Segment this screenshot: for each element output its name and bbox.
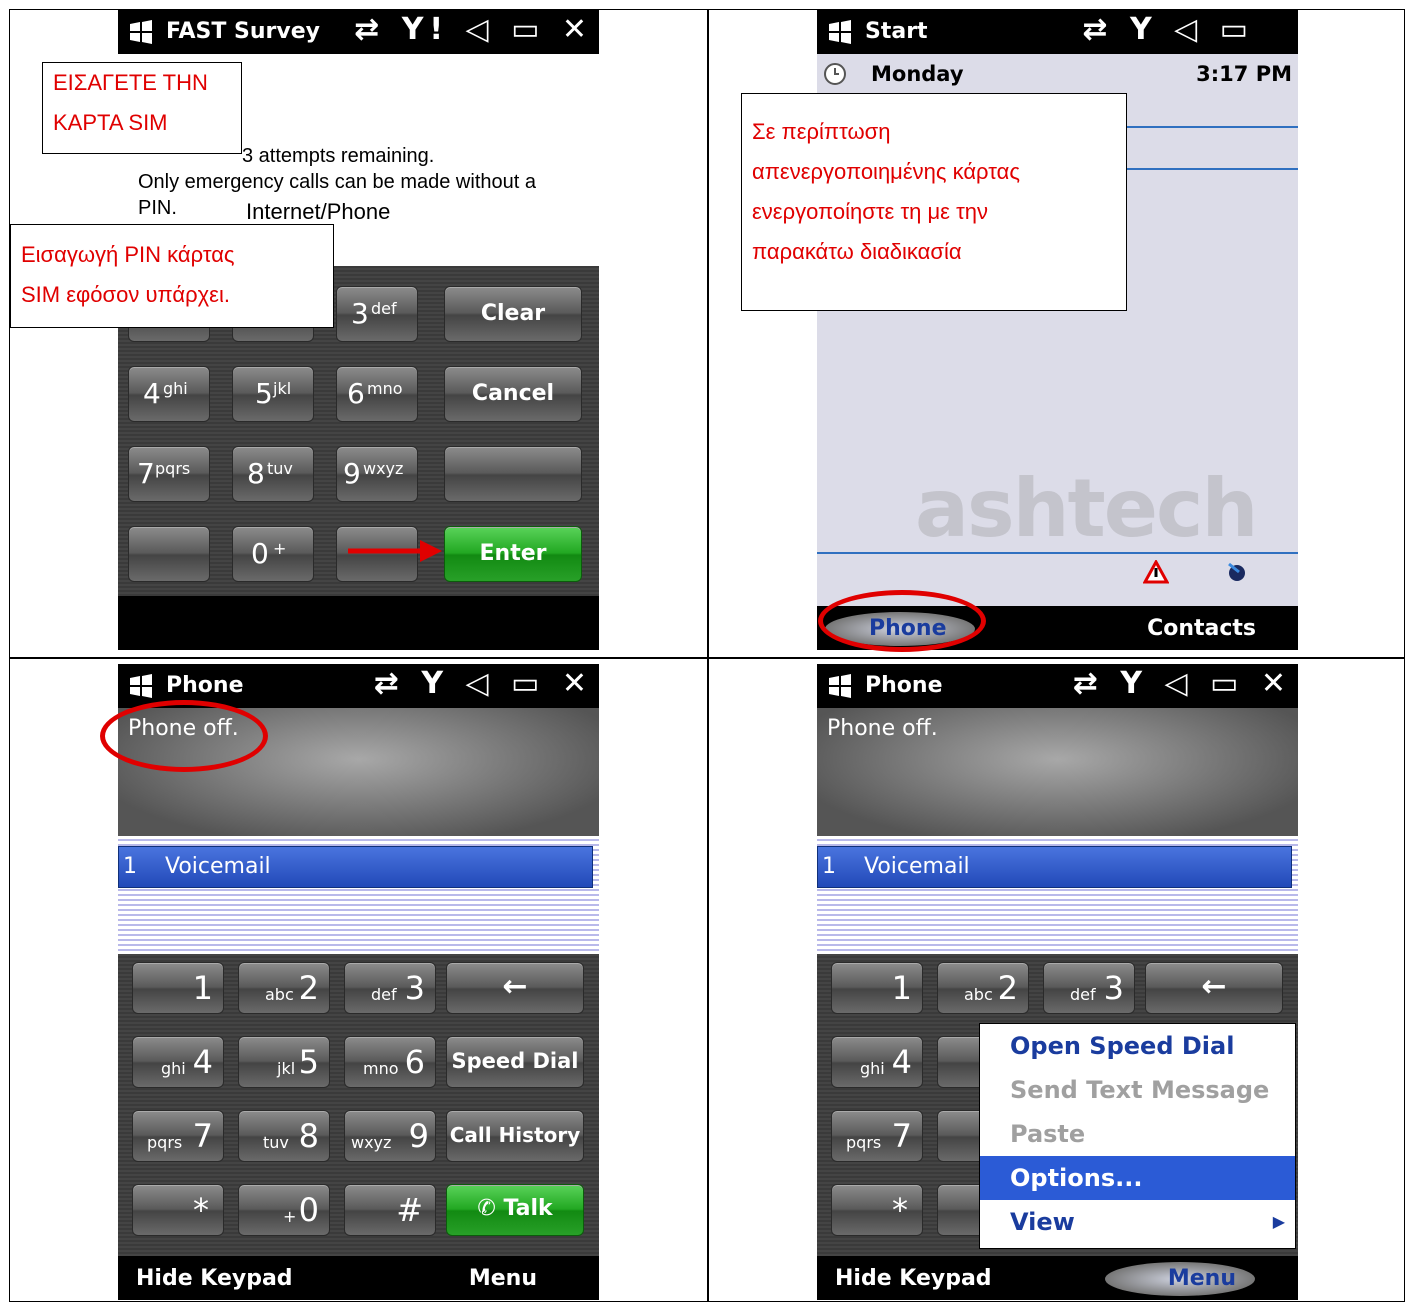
- key-star[interactable]: *: [132, 1184, 224, 1236]
- key-3[interactable]: 3 def: [336, 286, 418, 342]
- enter-button[interactable]: Enter: [444, 526, 582, 582]
- key-1[interactable]: 1: [831, 962, 923, 1014]
- key-6[interactable]: mno 6: [344, 1036, 436, 1088]
- clock-row[interactable]: Monday 3:17 PM: [817, 54, 1298, 94]
- windows-logo-icon: [829, 20, 851, 44]
- title-bar: Phone ⇄ Y ◁ ▭ ✕: [817, 664, 1298, 708]
- panel-phone-menu: Phone ⇄ Y ◁ ▭ ✕ Phone off. 1 Voicemail 1…: [817, 664, 1298, 1300]
- display-area: Phone off.: [817, 708, 1298, 836]
- separator-line: [817, 552, 1298, 554]
- ashtech-logo: ashtech: [915, 462, 1258, 555]
- hide-keypad-softkey[interactable]: Hide Keypad: [835, 1266, 992, 1291]
- key-3[interactable]: def 3: [344, 962, 436, 1014]
- app-title: Start: [865, 19, 928, 44]
- status-icons[interactable]: ⇄ Y! ◁ ▭ ✕: [354, 12, 593, 47]
- menu-item-paste[interactable]: Paste: [980, 1112, 1295, 1156]
- key-7[interactable]: pqrs 7: [132, 1110, 224, 1162]
- voicemail-item[interactable]: 1 Voicemail: [118, 846, 593, 888]
- backspace-button[interactable]: ←: [1145, 962, 1283, 1014]
- app-title: FAST Survey: [166, 19, 320, 44]
- key-0[interactable]: +0: [238, 1184, 330, 1236]
- key-star[interactable]: *: [831, 1184, 923, 1236]
- softkey-bar: Hide Keypad Menu: [817, 1256, 1298, 1300]
- key-6[interactable]: 6 mno: [336, 366, 418, 422]
- contacts-softkey[interactable]: Contacts: [1147, 616, 1256, 641]
- arrow-left-icon: ←: [1201, 969, 1227, 1004]
- key-9[interactable]: wxyz 9: [344, 1110, 436, 1162]
- arrow-left-icon: ←: [502, 969, 528, 1004]
- key-blank-left[interactable]: [128, 526, 210, 582]
- menu-item-send-text[interactable]: Send Text Message: [980, 1068, 1295, 1112]
- day-label: Monday: [871, 62, 964, 86]
- keypad: 1 abc 2 def 3 ← ghi 4 jkl 5 mno 6 Speed Dial …: [118, 954, 599, 1258]
- menu-item-options[interactable]: Options...: [980, 1156, 1295, 1200]
- status-icons[interactable]: ⇄ Y ◁ ▭ ✕: [1073, 666, 1292, 701]
- blank-button[interactable]: [444, 446, 582, 502]
- key-hash[interactable]: #: [344, 1184, 436, 1236]
- key-5[interactable]: jkl 5: [238, 1036, 330, 1088]
- key-4[interactable]: 4 ghi: [128, 366, 210, 422]
- app-title: Phone: [865, 673, 943, 698]
- backspace-button[interactable]: ←: [446, 962, 584, 1014]
- key-8[interactable]: tuv 8: [238, 1110, 330, 1162]
- menu-item-view[interactable]: View ▶: [980, 1200, 1295, 1244]
- talk-button[interactable]: ✆ Talk: [446, 1184, 584, 1236]
- clock-icon: [824, 63, 846, 85]
- key-1[interactable]: 1: [132, 962, 224, 1014]
- hide-keypad-softkey[interactable]: Hide Keypad: [136, 1266, 293, 1291]
- key-4[interactable]: ghi 4: [831, 1036, 923, 1088]
- phone-status: Phone off.: [827, 716, 938, 741]
- key-2[interactable]: abc 2: [937, 962, 1029, 1014]
- title-bar: FAST Survey ⇄ Y! ◁ ▭ ✕: [118, 10, 599, 54]
- callout-insert-sim: ΕΙΣΑΓΕΤΕ ΤΗΝ ΚΑΡΤΑ SIM: [42, 62, 242, 154]
- callout-activate-card: Σε περίπτωση απενεργοποιημένης κάρτας εν…: [741, 93, 1127, 311]
- phone-icon: ✆: [477, 1196, 504, 1221]
- context-menu: Open Speed Dial Send Text Message Paste …: [979, 1023, 1296, 1249]
- satellite-icon[interactable]: [1225, 560, 1249, 584]
- windows-logo-icon: [130, 674, 152, 698]
- warning-icon[interactable]: [1143, 560, 1169, 584]
- internet-phone-label: Internet/Phone: [246, 199, 391, 224]
- status-icons[interactable]: ⇄ Y ◁ ▭: [1082, 12, 1254, 47]
- menu-softkey[interactable]: Menu: [469, 1266, 537, 1291]
- pin-text: PIN.: [138, 197, 177, 219]
- key-0[interactable]: 0 +: [232, 526, 314, 582]
- softkey-bar: Hide Keypad Menu: [118, 1256, 599, 1300]
- submenu-arrow-icon: ▶: [1272, 1212, 1285, 1231]
- table-horizontal-divider: [9, 657, 1405, 659]
- windows-logo-icon: [829, 674, 851, 698]
- attempts-text: 3 attempts remaining.: [242, 145, 435, 167]
- cancel-button[interactable]: Cancel: [444, 366, 582, 422]
- emergency-text: Only emergency calls can be made without…: [138, 171, 536, 193]
- title-bar: Start ⇄ Y ◁ ▭: [817, 10, 1298, 54]
- arrow-right-icon: [348, 540, 442, 562]
- highlight-circle: [100, 700, 268, 772]
- highlight-circle: [818, 590, 986, 652]
- menu-softkey[interactable]: Menu: [1168, 1266, 1236, 1291]
- menu-item-open-speed-dial[interactable]: Open Speed Dial: [980, 1024, 1295, 1068]
- app-title: Phone: [166, 673, 244, 698]
- windows-logo-icon: [130, 20, 152, 44]
- key-8[interactable]: 8 tuv: [232, 446, 314, 502]
- key-7[interactable]: pqrs 7: [831, 1110, 923, 1162]
- key-5[interactable]: 5 jkl: [232, 366, 314, 422]
- key-7[interactable]: 7 pqrs: [128, 446, 210, 502]
- key-4[interactable]: ghi 4: [132, 1036, 224, 1088]
- voicemail-item[interactable]: 1 Voicemail: [817, 846, 1292, 888]
- key-9[interactable]: 9 wxyz: [336, 446, 418, 502]
- softkey-bar: [118, 596, 599, 650]
- status-icons[interactable]: ⇄ Y ◁ ▭ ✕: [374, 666, 593, 701]
- call-history-button[interactable]: Call History: [446, 1110, 584, 1162]
- key-3[interactable]: def 3: [1043, 962, 1135, 1014]
- speed-dial-button[interactable]: Speed Dial: [446, 1036, 584, 1088]
- callout-enter-pin: Εισαγωγή PIN κάρτας SIM εφόσον υπάρχει.: [10, 224, 334, 328]
- key-2[interactable]: abc 2: [238, 962, 330, 1014]
- table-vertical-divider: [707, 9, 709, 1302]
- time-label: 3:17 PM: [1196, 62, 1292, 86]
- clear-button[interactable]: Clear: [444, 286, 582, 342]
